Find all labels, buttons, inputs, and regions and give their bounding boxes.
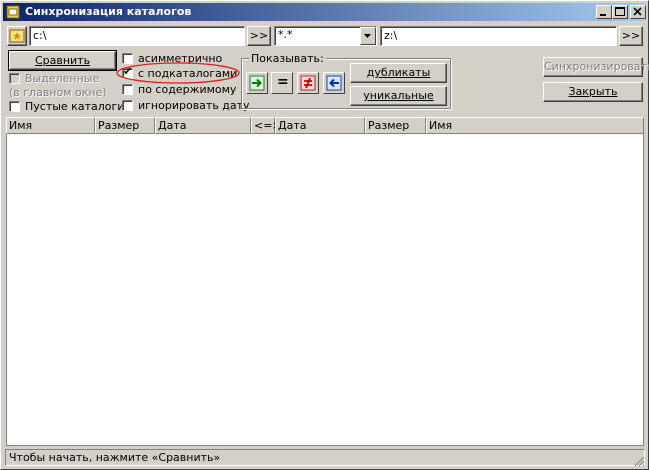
right-path-value: z:\: [384, 29, 398, 42]
left-path-value: c:\: [33, 29, 47, 42]
by-content-checkbox[interactable]: [122, 84, 133, 95]
column-header-date-right[interactable]: Дата: [275, 117, 365, 134]
selected-sublabel: (в главном окне): [9, 86, 107, 99]
column-header-compare[interactable]: <=>: [251, 117, 282, 134]
favorites-button[interactable]: [7, 26, 27, 46]
annotation-ellipse: [116, 62, 240, 84]
duplicates-label: дубликаты: [366, 66, 431, 79]
ignore-date-checkbox[interactable]: [122, 100, 133, 111]
left-path-input[interactable]: c:\: [29, 26, 245, 46]
arrow-right-green-icon: [249, 75, 265, 91]
duplicates-button[interactable]: дубликаты: [350, 63, 447, 83]
compare-results-list[interactable]: [6, 134, 644, 446]
app-icon: [6, 5, 20, 19]
show-equal-button[interactable]: =: [271, 72, 293, 94]
show-different-button[interactable]: [297, 72, 319, 94]
chevron-down-icon: [364, 34, 371, 38]
left-browse-button[interactable]: >>: [247, 26, 271, 46]
title-bar[interactable]: Синхронизация каталогов: [3, 3, 646, 21]
close-icon: [633, 7, 642, 16]
show-left-newer-button[interactable]: [246, 72, 268, 94]
window-title: Синхронизация каталогов: [25, 5, 192, 18]
column-header-date-left[interactable]: Дата: [155, 117, 251, 134]
column-header-name-right[interactable]: Имя: [426, 117, 644, 134]
column-header-size-right[interactable]: Размер: [365, 117, 426, 134]
minimize-icon: [600, 14, 606, 16]
maximize-icon: [615, 7, 625, 16]
selected-checkbox[interactable]: [9, 73, 20, 84]
show-label: Показывать:: [249, 52, 326, 65]
resize-grip-icon[interactable]: [633, 455, 645, 467]
unique-label: уникальные: [363, 89, 434, 102]
empty-dirs-checkbox[interactable]: [9, 101, 20, 112]
star-folder-icon: [9, 29, 25, 43]
sync-window: Синхронизация каталогов c:\ >> *.* z:\ >…: [0, 0, 649, 470]
close-button[interactable]: Закрыть: [543, 82, 643, 102]
empty-dirs-label: Пустые каталоги: [25, 100, 125, 113]
status-text: Чтобы начать, нажмите «Сравнить»: [9, 451, 221, 464]
ignore-date-label: игнорировать дату: [138, 99, 250, 112]
file-mask-select[interactable]: *.*: [274, 26, 377, 46]
column-header-size-left[interactable]: Размер: [95, 117, 155, 134]
selected-label: Выделенные: [25, 72, 100, 85]
compare-label: Сравнить: [34, 54, 91, 67]
column-header-name-left[interactable]: Имя: [6, 117, 95, 134]
minimize-button[interactable]: [596, 5, 612, 19]
not-equal-red-icon: [300, 75, 316, 91]
arrow-left-blue-icon: [326, 75, 342, 91]
file-mask-value: *.*: [278, 28, 293, 41]
maximize-button[interactable]: [612, 5, 628, 19]
unique-button[interactable]: уникальные: [350, 86, 447, 106]
show-right-newer-button[interactable]: [323, 72, 345, 94]
by-content-label: по содержимому: [138, 83, 237, 96]
mask-dropdown-button[interactable]: [360, 27, 376, 45]
equal-label: =: [277, 74, 289, 90]
status-bar: Чтобы начать, нажмите «Сравнить»: [5, 449, 645, 466]
compare-button[interactable]: Сравнить: [8, 50, 117, 71]
close-label: Закрыть: [568, 85, 618, 98]
right-browse-button[interactable]: >>: [619, 26, 643, 46]
right-path-input[interactable]: z:\: [380, 26, 617, 46]
sync-button[interactable]: Синхронизировать: [543, 57, 649, 77]
close-window-button[interactable]: [630, 5, 646, 19]
